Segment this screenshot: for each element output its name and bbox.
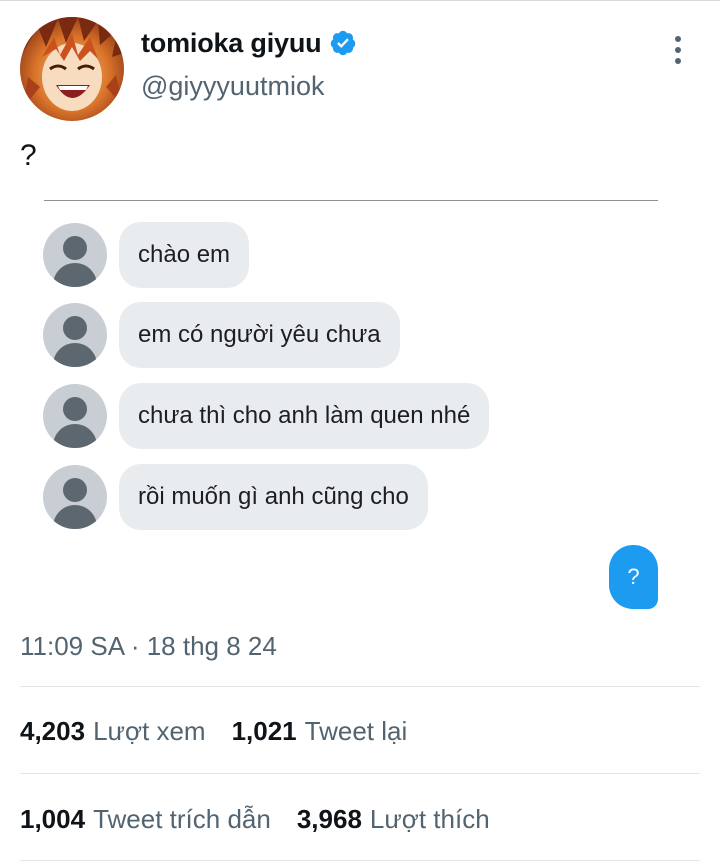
avatar-illustration xyxy=(20,17,124,121)
top-divider xyxy=(0,0,720,1)
chat-bubble-sent: ? xyxy=(609,545,658,609)
default-user-icon xyxy=(43,384,107,448)
chat-message-row: chưa thì cho anh làm quen nhé xyxy=(43,383,490,449)
chat-message-row: chào em xyxy=(43,222,250,288)
author-handle[interactable]: @giyyyuutmiok xyxy=(141,71,324,102)
chat-bubble-received: chào em xyxy=(119,222,250,288)
avatar-body xyxy=(53,343,97,367)
avatar-head xyxy=(63,397,87,421)
retweets-count: 1,021 xyxy=(231,716,297,746)
more-vertical-icon-dot xyxy=(675,58,681,64)
views-stat[interactable]: 4,203 Lượt xem xyxy=(20,716,206,747)
stats-row: 1,004 Tweet trích dẫn 3,968 Lượt thích xyxy=(20,804,516,835)
verified-badge-icon xyxy=(329,29,357,57)
avatar-head xyxy=(63,236,87,260)
quote-tweets-stat[interactable]: 1,004 Tweet trích dẫn xyxy=(20,804,271,835)
tweet-timestamp[interactable]: 11:09 SA · 18 thg 8 24 xyxy=(20,631,277,662)
chat-bubble-received: chưa thì cho anh làm quen nhé xyxy=(119,383,490,449)
chat-divider xyxy=(44,200,658,201)
retweets-label: Tweet lại xyxy=(304,716,408,746)
views-label: Lượt xem xyxy=(93,716,206,746)
avatar-head xyxy=(63,478,87,502)
author-display-name[interactable]: tomioka giyuu xyxy=(141,28,322,59)
more-options-button[interactable] xyxy=(664,32,692,68)
default-user-icon xyxy=(43,465,107,529)
likes-label: Lượt thích xyxy=(369,804,490,834)
chat-message-row: rồi muốn gì anh cũng cho xyxy=(43,464,428,530)
retweets-stat[interactable]: 1,021 Tweet lại xyxy=(232,716,408,747)
tweet-text: ? xyxy=(20,139,37,172)
avatar-body xyxy=(53,505,97,529)
default-user-icon xyxy=(43,303,107,367)
avatar-head xyxy=(63,316,87,340)
author-avatar[interactable] xyxy=(20,17,124,121)
chat-message-row: em có người yêu chưa xyxy=(43,302,400,368)
avatar-body xyxy=(53,263,97,287)
chat-bubble-received: em có người yêu chưa xyxy=(119,302,400,368)
divider xyxy=(20,773,700,774)
chat-bubble-received: rồi muốn gì anh cũng cho xyxy=(119,464,428,530)
likes-count: 3,968 xyxy=(296,804,362,834)
views-count: 4,203 xyxy=(20,716,86,746)
stats-row: 4,203 Lượt xem 1,021 Tweet lại xyxy=(20,716,433,747)
avatar-body xyxy=(53,424,97,448)
quote-tweets-count: 1,004 xyxy=(20,804,86,834)
divider xyxy=(20,686,700,687)
likes-stat[interactable]: 3,968 Lượt thích xyxy=(297,804,490,835)
more-vertical-icon-dot xyxy=(675,47,681,53)
author-name-row[interactable]: tomioka giyuu xyxy=(141,25,357,61)
more-vertical-icon xyxy=(675,36,681,42)
quote-tweets-label: Tweet trích dẫn xyxy=(93,804,271,834)
default-user-icon xyxy=(43,223,107,287)
